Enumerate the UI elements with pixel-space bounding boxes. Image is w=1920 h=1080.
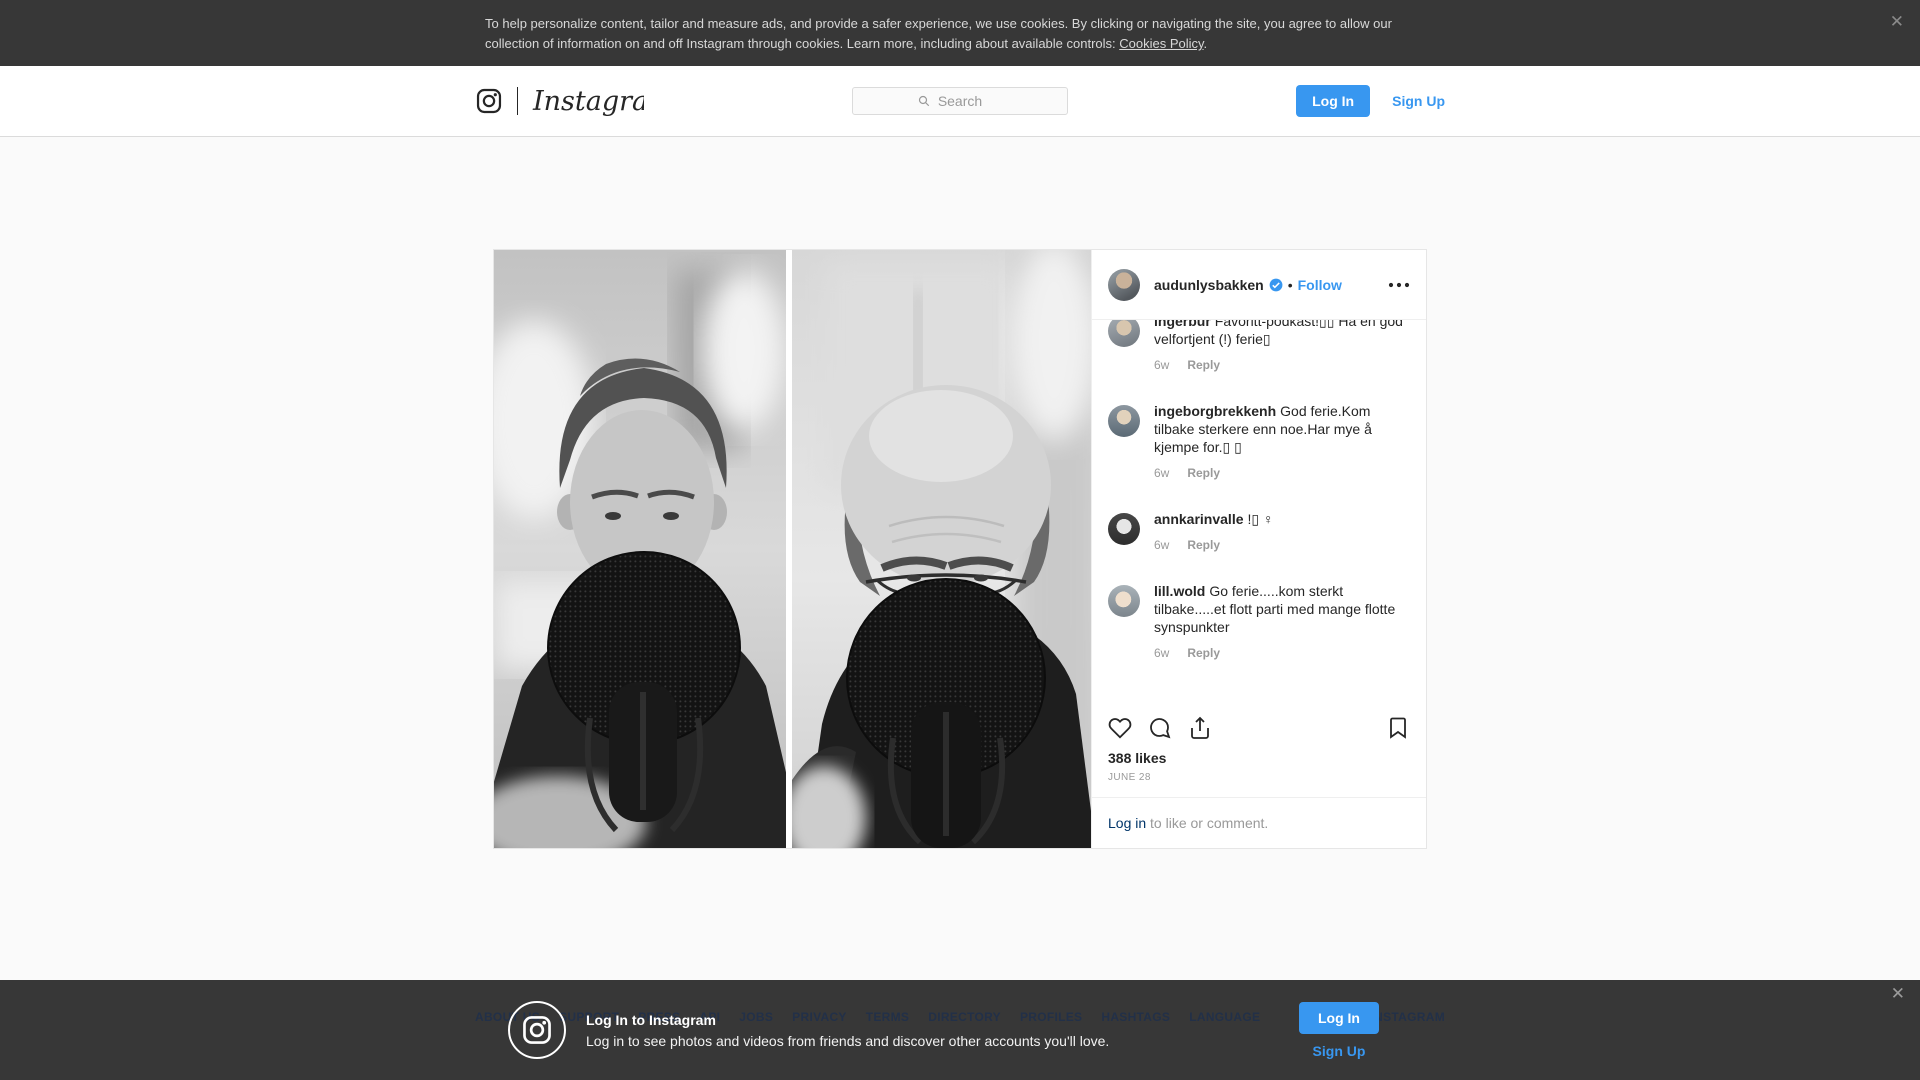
comment-reply-button[interactable]: Reply — [1187, 466, 1220, 480]
commenter-avatar[interactable] — [1108, 585, 1140, 617]
follow-separator: • — [1287, 276, 1293, 293]
login-prompt: Log in to like or comment. — [1092, 797, 1426, 848]
more-options-button[interactable] — [1388, 282, 1410, 288]
header-signup-link[interactable]: Sign Up — [1392, 93, 1445, 109]
share-icon[interactable] — [1188, 716, 1212, 740]
comment-timestamp: 6w — [1154, 538, 1170, 552]
post-author-username[interactable]: audunlysbakken — [1154, 277, 1264, 293]
comment-reply-button[interactable]: Reply — [1187, 646, 1220, 660]
commenter-avatar[interactable] — [1108, 513, 1140, 545]
cookie-banner-text: To help personalize content, tailor and … — [485, 14, 1435, 54]
post-detail-pane: audunlysbakken • Follow ingerbur Favoritt… — [1091, 250, 1426, 848]
comment-timestamp: 6w — [1154, 466, 1170, 480]
follow-button[interactable]: Follow — [1298, 277, 1342, 293]
search-box — [852, 87, 1068, 115]
instagram-ring-logo — [508, 1001, 566, 1059]
post-actions: 388 likes JUNE 28 — [1092, 704, 1426, 797]
comment-row: lill.wold Go ferie.....kom sterkt tilbake… — [1108, 582, 1410, 660]
bookmark-icon[interactable] — [1386, 716, 1410, 740]
commenter-username[interactable]: annkarinvalle — [1154, 511, 1244, 527]
photo-left-man — [494, 250, 786, 848]
cookie-text-period: . — [1203, 36, 1208, 51]
cookie-banner: To help personalize content, tailor and … — [0, 0, 1920, 66]
instagram-wordmark-text: Instagram — [532, 86, 644, 117]
login-prompt-link[interactable]: Log in — [1108, 815, 1146, 831]
commenter-avatar[interactable] — [1108, 405, 1140, 437]
login-prompt-text: to like or comment. — [1146, 815, 1269, 831]
footer-signup-link[interactable]: Sign Up — [1313, 1043, 1366, 1059]
post-date: JUNE 28 — [1108, 772, 1151, 783]
footer-login-button[interactable]: Log In — [1299, 1001, 1379, 1034]
post-author-avatar[interactable] — [1108, 268, 1140, 301]
comment-row: ingerbur Favoritt-podkast!▯▯ Ha en god ve… — [1108, 320, 1410, 372]
site-footer: ABOUT US SUPPORT PRESS API JOBS PRIVACY … — [0, 980, 1920, 1080]
header-login-button[interactable]: Log In — [1296, 85, 1371, 117]
like-heart-icon[interactable] — [1108, 716, 1132, 740]
comment-timestamp: 6w — [1154, 646, 1170, 660]
login-banner-close-icon[interactable]: ✕ — [1891, 985, 1905, 1002]
brand-divider — [517, 87, 518, 115]
login-banner: Log In to Instagram Log in to see photos… — [475, 980, 1445, 1080]
comments-list: ingerbur Favoritt-podkast!▯▯ Ha en god ve… — [1092, 320, 1426, 704]
login-banner-title: Log In to Instagram — [586, 1011, 716, 1028]
photo-divider — [786, 250, 792, 848]
instagram-camera-icon — [476, 88, 502, 114]
post-header: audunlysbakken • Follow — [1092, 250, 1426, 320]
more-options-icon — [1388, 282, 1410, 287]
commenter-username[interactable]: lill.wold — [1154, 583, 1205, 599]
likes-count[interactable]: 388 likes — [1108, 750, 1410, 766]
commenter-avatar[interactable] — [1108, 320, 1140, 347]
cookies-policy-link[interactable]: Cookies Policy — [1119, 36, 1203, 51]
comment-bubble-icon[interactable] — [1148, 716, 1172, 740]
comment-timestamp: 6w — [1154, 358, 1170, 372]
login-banner-subtitle: Log in to see photos and videos from fri… — [586, 1032, 1110, 1049]
cookie-close-icon[interactable]: ✕ — [1890, 13, 1904, 30]
post-card: audunlysbakken • Follow ingerbur Favoritt… — [493, 249, 1427, 849]
comment-row: ingeborgbrekkenh God ferie.Kom tilbake st… — [1108, 402, 1410, 480]
search-input[interactable] — [852, 87, 1068, 115]
comment-reply-button[interactable]: Reply — [1187, 358, 1220, 372]
verified-badge-icon — [1269, 278, 1283, 291]
post-image — [494, 250, 1091, 848]
cookie-text-body: To help personalize content, tailor and … — [485, 16, 1392, 51]
site-header: Instagram Log In Sign Up — [0, 66, 1920, 137]
comment-text: !▯ ♀ — [1247, 511, 1274, 527]
commenter-username[interactable]: ingeborgbrekkenh — [1154, 403, 1276, 419]
photo-right-man — [792, 250, 1091, 848]
commenter-username[interactable]: ingerbur — [1154, 320, 1211, 329]
instagram-camera-icon — [523, 1016, 551, 1044]
instagram-logo[interactable]: Instagram — [475, 84, 644, 118]
comment-reply-button[interactable]: Reply — [1187, 538, 1220, 552]
instagram-wordmark: Instagram — [532, 86, 644, 117]
comment-row: annkarinvalle !▯ ♀ 6w Reply — [1108, 510, 1410, 552]
